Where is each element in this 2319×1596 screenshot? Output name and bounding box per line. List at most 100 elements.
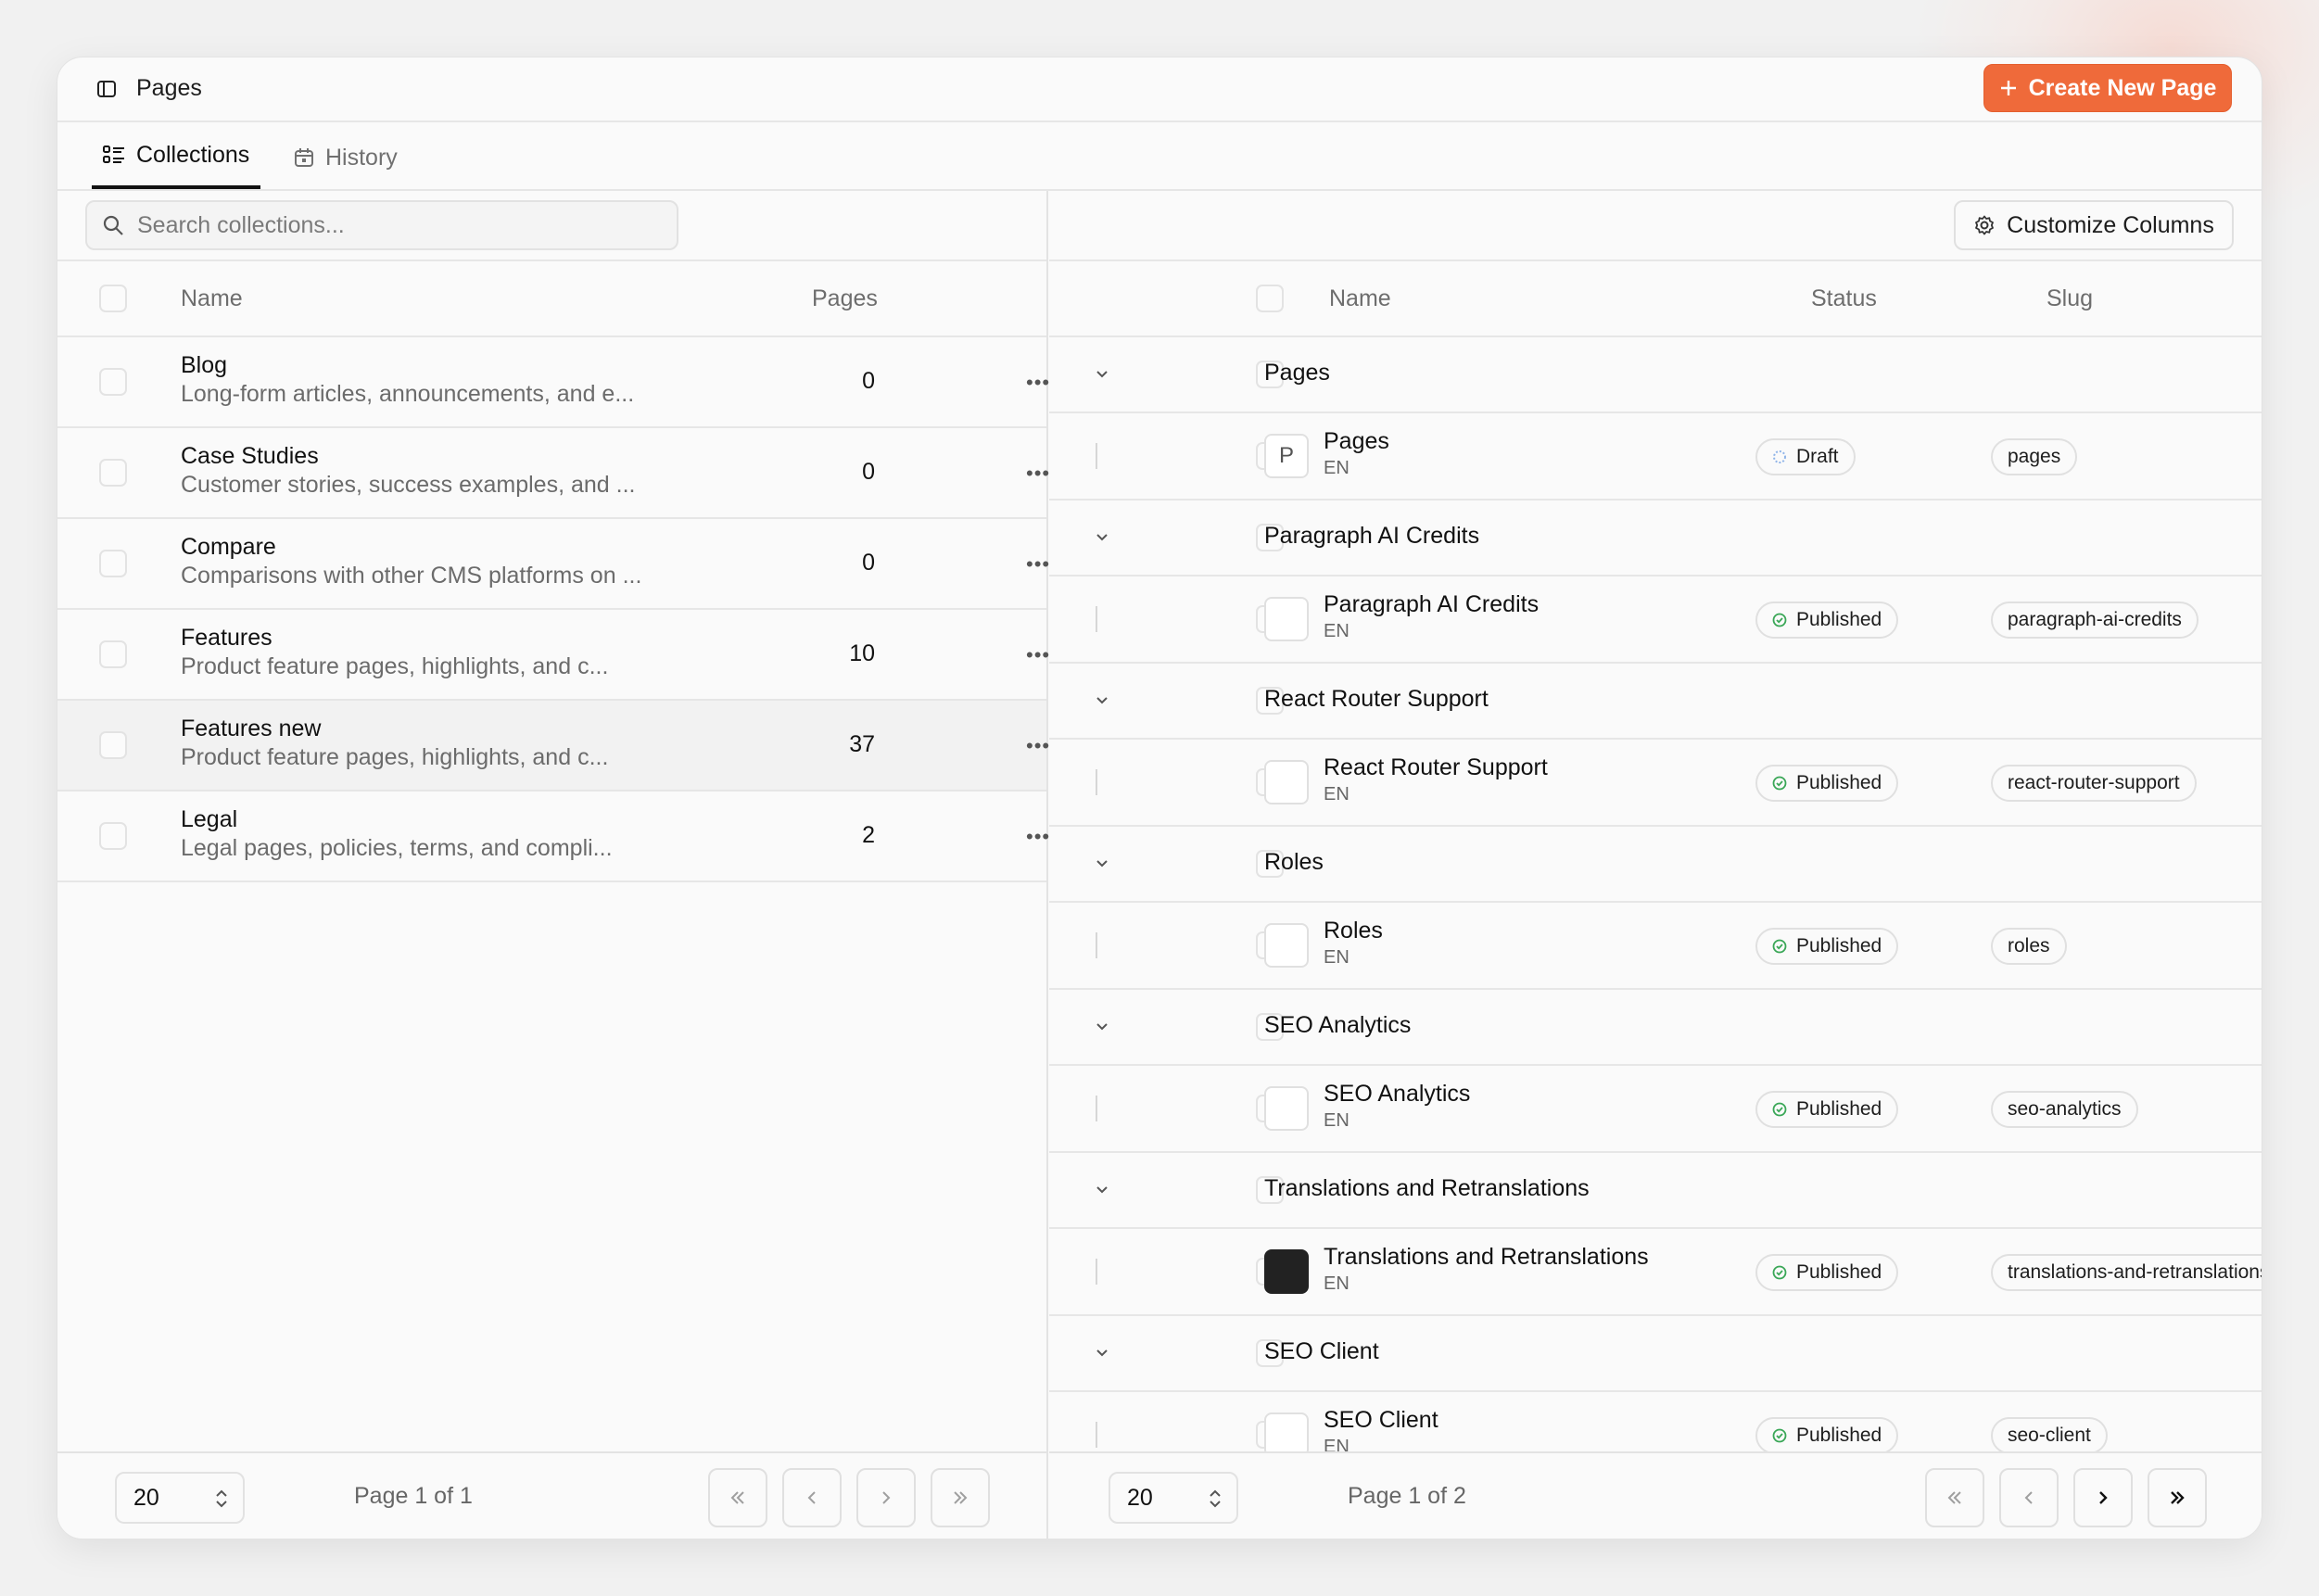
more-options-icon[interactable]: ••• <box>1026 734 1050 758</box>
column-header-pages[interactable]: Pages <box>812 285 878 312</box>
first-page-button[interactable] <box>1925 1468 1984 1527</box>
column-header-status[interactable]: Status <box>1811 285 1877 312</box>
page-info: Page 1 of 1 <box>354 1483 473 1509</box>
group-row[interactable]: SEO Client <box>1049 1316 2262 1392</box>
group-row[interactable]: React Router Support <box>1049 664 2262 740</box>
page-thumbnail <box>1264 923 1309 968</box>
group-name: SEO Client <box>1264 1338 1379 1364</box>
chevron-down-icon[interactable] <box>1093 1018 1111 1036</box>
more-options-icon[interactable]: ••• <box>1026 552 1050 576</box>
page-size-value: 20 <box>133 1484 159 1511</box>
column-header-name[interactable]: Name <box>181 285 243 312</box>
collection-description: Comparisons with other CMS platforms on … <box>181 563 642 589</box>
table-row[interactable]: Roles EN Published roles <box>1049 903 2262 990</box>
row-checkbox[interactable] <box>99 640 127 668</box>
gear-icon <box>1973 214 1996 236</box>
page-language: EN <box>1324 784 1350 804</box>
status-label: Published <box>1796 1261 1882 1283</box>
collection-page-count: 0 <box>862 550 875 576</box>
create-new-page-button[interactable]: Create New Page <box>1983 64 2232 112</box>
chevron-up-down-icon <box>215 1488 228 1509</box>
search-input[interactable] <box>137 211 656 239</box>
more-options-icon[interactable]: ••• <box>1026 825 1050 849</box>
chevron-right-icon <box>876 1488 896 1508</box>
page-thumbnail <box>1264 1249 1309 1294</box>
status-label: Published <box>1796 609 1882 630</box>
row-checkbox[interactable] <box>99 550 127 577</box>
table-row[interactable]: React Router Support EN Published react-… <box>1049 740 2262 827</box>
table-row[interactable]: Case Studies Customer stories, success e… <box>57 428 1049 519</box>
chevron-down-icon[interactable] <box>1093 855 1111 873</box>
more-options-icon[interactable]: ••• <box>1026 371 1050 395</box>
table-row[interactable]: Legal Legal pages, policies, terms, and … <box>57 792 1049 882</box>
group-row[interactable]: Roles <box>1049 827 2262 903</box>
first-page-button[interactable] <box>708 1468 767 1527</box>
table-row[interactable]: SEO Analytics EN Published seo-analytics <box>1049 1066 2262 1153</box>
next-page-button[interactable] <box>2073 1468 2133 1527</box>
table-row[interactable]: Blog Long-form articles, announcements, … <box>57 337 1049 428</box>
table-row[interactable]: Compare Comparisons with other CMS platf… <box>57 519 1049 610</box>
chevron-down-icon[interactable] <box>1093 1344 1111 1362</box>
previous-page-button[interactable] <box>782 1468 842 1527</box>
chevron-down-icon[interactable] <box>1093 365 1111 384</box>
collection-name: Features <box>181 625 272 651</box>
column-header-name[interactable]: Name <box>1329 285 1391 312</box>
more-options-icon[interactable]: ••• <box>1026 643 1050 667</box>
last-page-button[interactable] <box>931 1468 990 1527</box>
collection-description: Legal pages, policies, terms, and compli… <box>181 835 613 861</box>
last-page-button[interactable] <box>2148 1468 2207 1527</box>
page-size-select[interactable]: 20 <box>115 1472 245 1524</box>
group-name: Pages <box>1264 360 1330 386</box>
page-language: EN <box>1324 947 1350 968</box>
chevrons-right-icon <box>950 1488 970 1508</box>
status-badge: Published <box>1755 928 1899 965</box>
table-row[interactable]: Features new Product feature pages, high… <box>57 701 1049 792</box>
next-page-button[interactable] <box>856 1468 916 1527</box>
slug-badge: react-router-support <box>1991 765 2197 802</box>
group-row[interactable]: Translations and Retranslations <box>1049 1153 2262 1229</box>
select-all-checkbox[interactable] <box>99 285 127 312</box>
slug-badge: pages <box>1991 438 2078 475</box>
status-label: Published <box>1796 935 1882 956</box>
tree-connector <box>1096 606 1097 632</box>
tab-history[interactable]: History <box>294 124 398 191</box>
status-label: Draft <box>1796 446 1839 467</box>
status-badge: Published <box>1755 1254 1899 1291</box>
page-thumbnail <box>1264 760 1309 804</box>
collection-page-count: 0 <box>862 368 875 394</box>
row-checkbox[interactable] <box>99 731 127 759</box>
search-box[interactable] <box>85 200 678 250</box>
chevron-down-icon[interactable] <box>1093 528 1111 547</box>
check-circle-icon <box>1772 939 1787 954</box>
table-row[interactable]: Features Product feature pages, highligh… <box>57 610 1049 701</box>
chevron-down-icon[interactable] <box>1093 691 1111 710</box>
table-row[interactable]: Translations and Retranslations EN Publi… <box>1049 1229 2262 1316</box>
previous-page-button[interactable] <box>1999 1468 2059 1527</box>
more-options-icon[interactable]: ••• <box>1026 462 1050 486</box>
table-row[interactable]: P Pages EN Draft pages <box>1049 413 2262 500</box>
status-badge: Published <box>1755 1417 1899 1454</box>
collection-page-count: 10 <box>849 640 875 666</box>
group-row[interactable]: SEO Analytics <box>1049 990 2262 1066</box>
chevron-down-icon[interactable] <box>1093 1181 1111 1199</box>
status-badge: Draft <box>1755 438 1856 475</box>
create-new-page-label: Create New Page <box>2028 74 2217 101</box>
page-size-select[interactable]: 20 <box>1109 1472 1238 1524</box>
row-checkbox[interactable] <box>99 368 127 396</box>
check-circle-icon <box>1772 776 1787 791</box>
tab-collections[interactable]: Collections <box>92 124 261 189</box>
tab-bar: Collections History <box>57 124 2262 191</box>
row-checkbox[interactable] <box>99 822 127 850</box>
group-name: Roles <box>1264 849 1324 875</box>
table-row[interactable]: Paragraph AI Credits EN Published paragr… <box>1049 576 2262 664</box>
group-row[interactable]: Pages <box>1049 337 2262 413</box>
row-checkbox[interactable] <box>99 459 127 487</box>
chevron-left-icon <box>2019 1488 2039 1508</box>
status-label: Published <box>1796 1098 1882 1120</box>
column-header-slug[interactable]: Slug <box>2047 285 2093 312</box>
sidebar-toggle-icon[interactable] <box>96 79 117 99</box>
pages-panel: Customize Columns Name Status Slug Pages… <box>1049 191 2262 1539</box>
customize-columns-button[interactable]: Customize Columns <box>1954 200 2234 250</box>
select-all-checkbox[interactable] <box>1256 285 1284 312</box>
group-row[interactable]: Paragraph AI Credits <box>1049 500 2262 576</box>
